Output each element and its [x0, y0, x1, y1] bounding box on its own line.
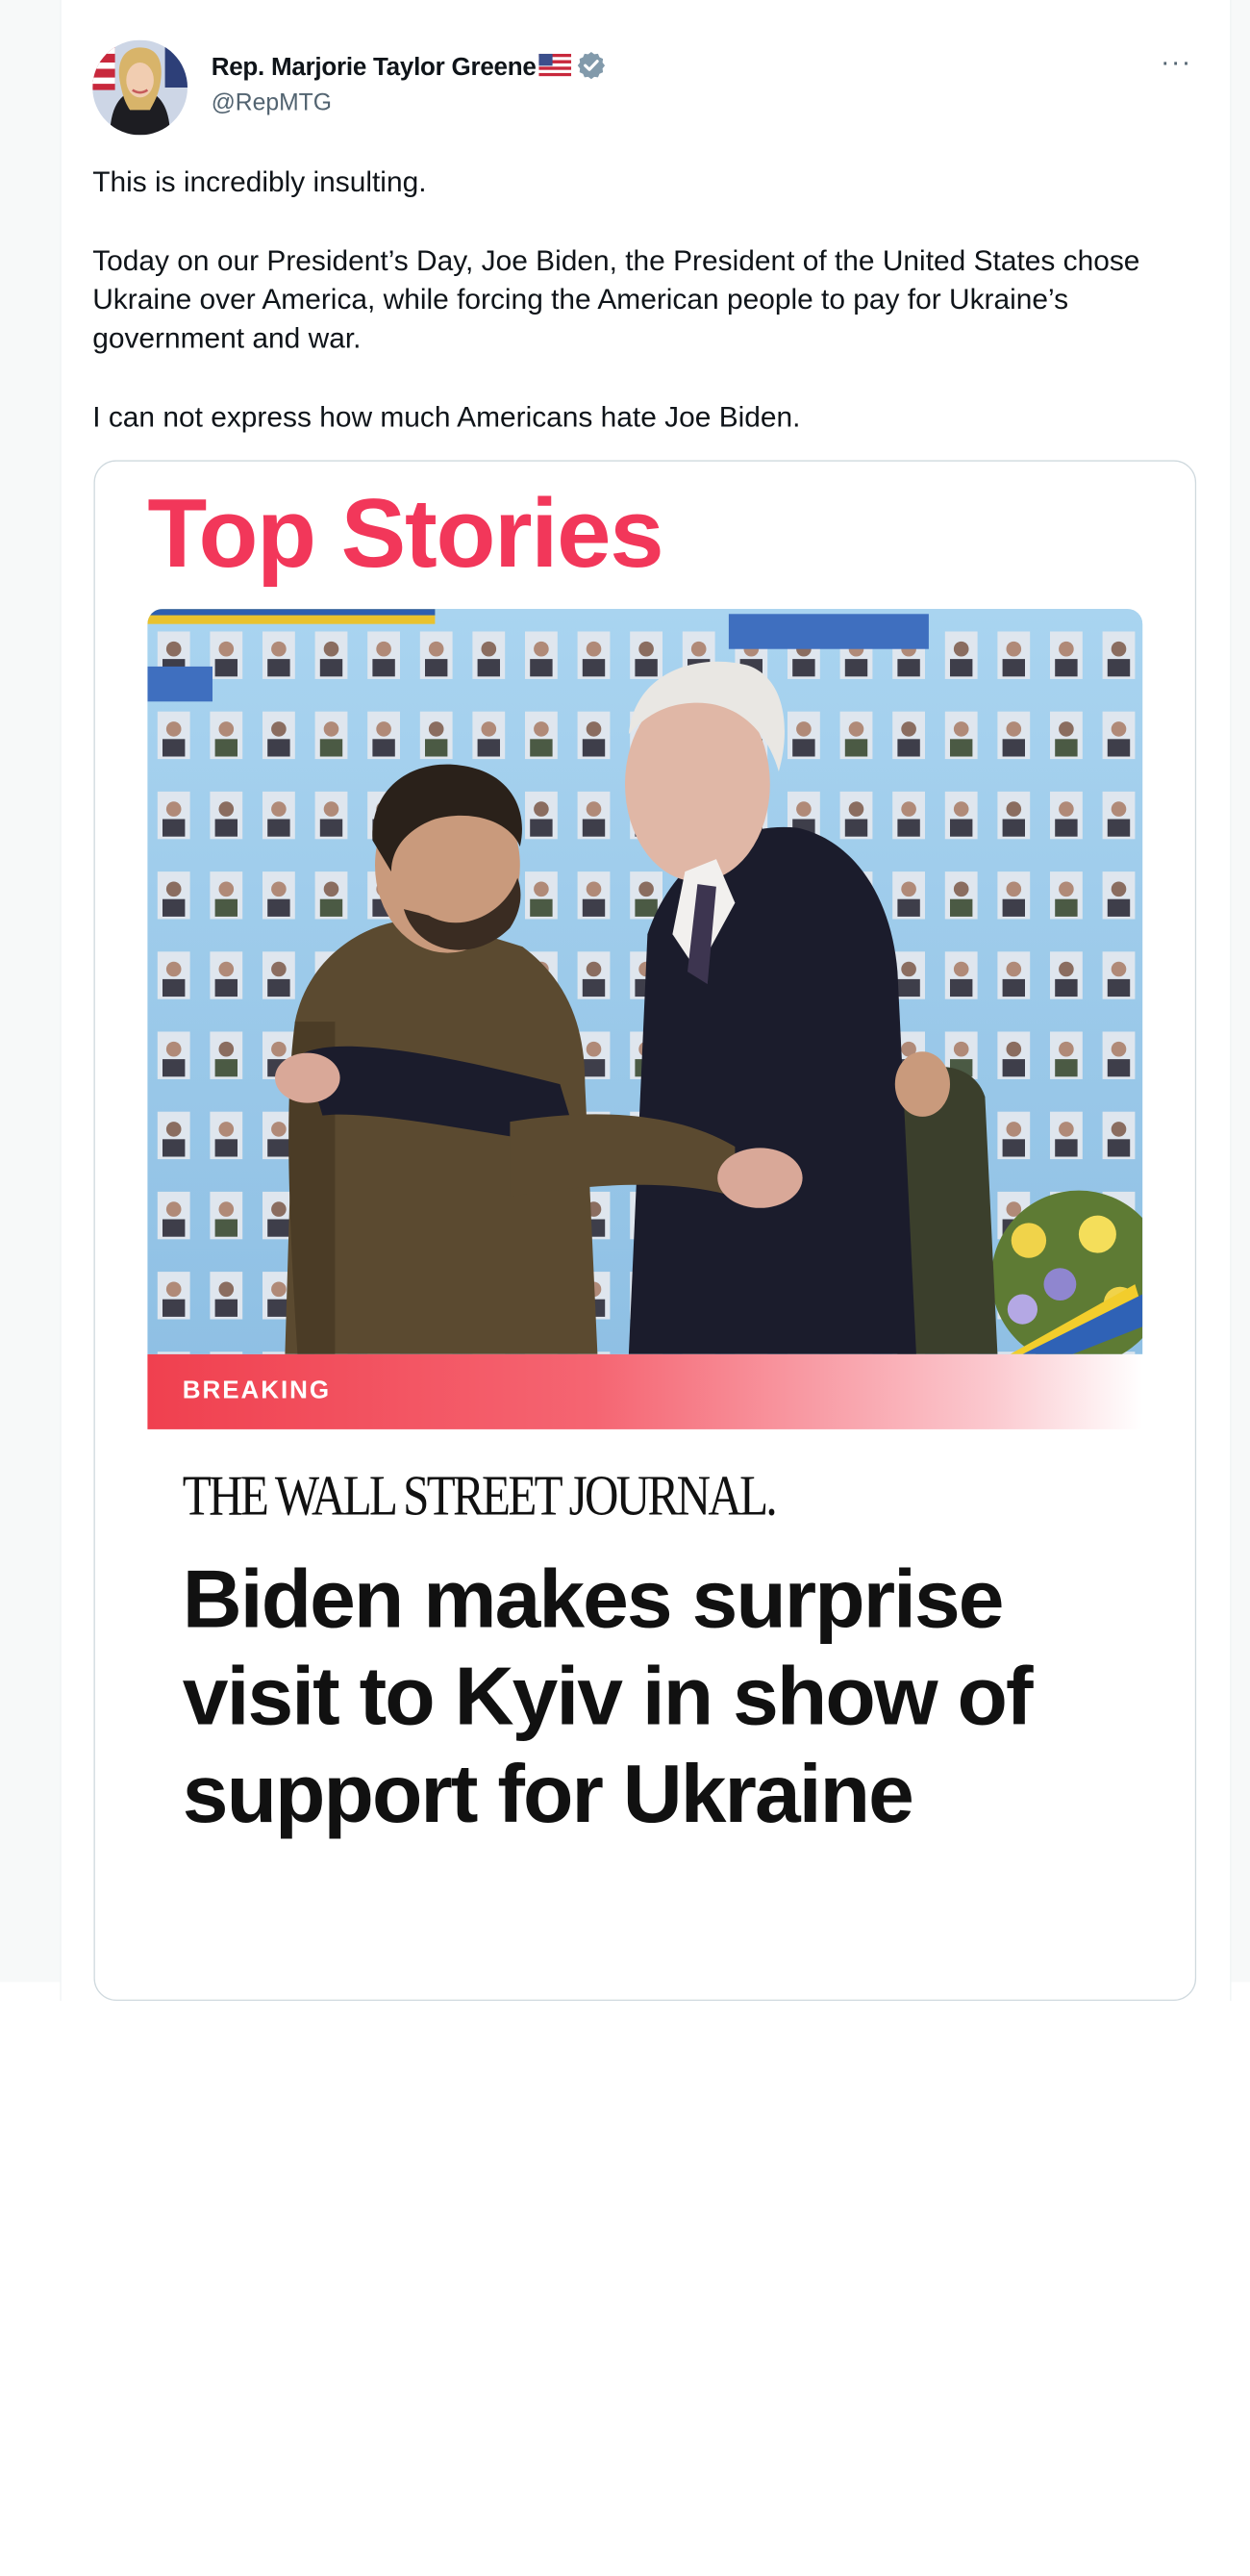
page-background: Rep. Marjorie Taylor Greene @RepMTG ··· …	[0, 0, 1250, 2001]
author-name[interactable]: Rep. Marjorie Taylor Greene	[212, 54, 537, 83]
tweet-text: This is incredibly insulting. Today on o…	[92, 163, 1180, 476]
top-stories-title: Top Stories	[147, 477, 663, 588]
avatar[interactable]	[92, 39, 188, 136]
breaking-bar: BREAKING	[147, 1353, 1143, 1429]
author-name-row[interactable]: Rep. Marjorie Taylor Greene	[212, 50, 607, 87]
more-options-icon[interactable]: ···	[1151, 45, 1201, 86]
author-handle[interactable]: @RepMTG	[212, 90, 332, 118]
article-headline[interactable]: Biden makes surprise visit to Kyiv in sh…	[183, 1550, 1133, 1842]
news-photo[interactable]	[147, 609, 1143, 1354]
tweet-paragraph: Today on our President’s Day, Joe Biden,…	[92, 243, 1140, 354]
tweet-paragraph: I can not express how much Americans hat…	[92, 400, 801, 433]
tweet-paragraph: This is incredibly insulting.	[92, 164, 427, 198]
tweet[interactable]: Rep. Marjorie Taylor Greene @RepMTG ··· …	[60, 0, 1232, 2001]
verified-badge-icon[interactable]	[576, 50, 606, 87]
media-card[interactable]: Top Stories BREAKING THE WALL STREET JOU…	[93, 460, 1197, 2001]
publisher-logo: THE WALL STREET JOURNAL.	[182, 1463, 778, 1528]
breaking-label: BREAKING	[182, 1376, 332, 1404]
us-flag-icon	[538, 53, 571, 83]
